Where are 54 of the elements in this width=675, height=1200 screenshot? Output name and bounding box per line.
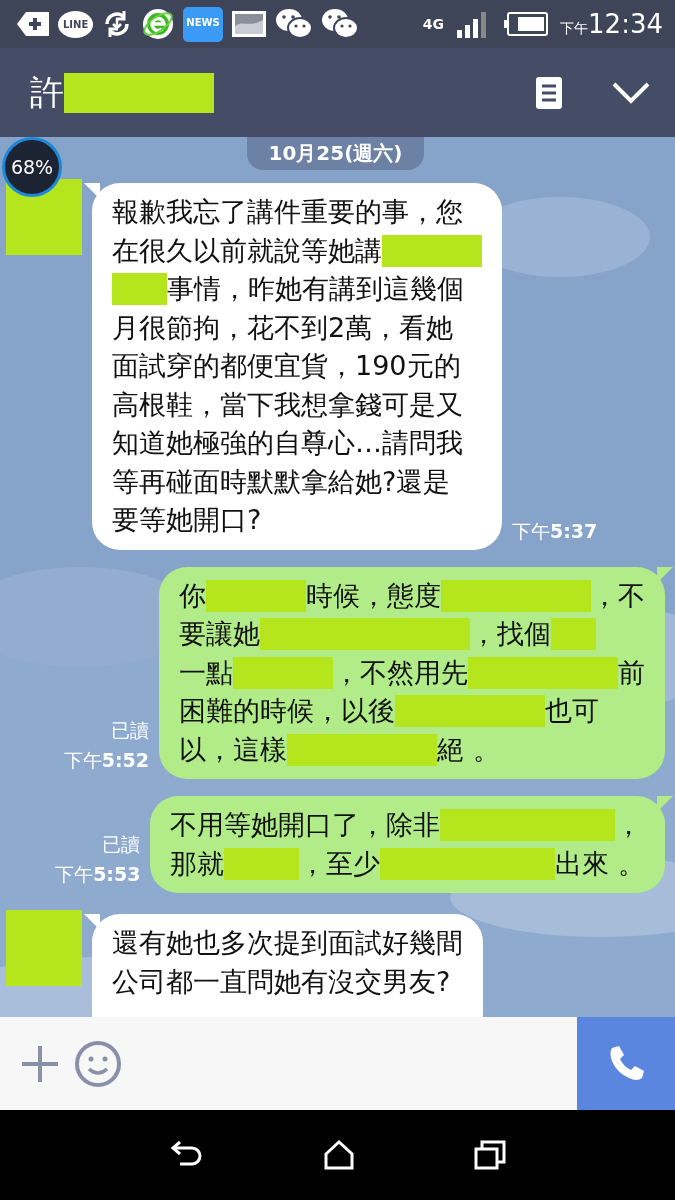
message-text: ， [615,808,643,842]
message-text: 事情，昨她有講到這幾個 [167,272,464,306]
emoji-icon[interactable] [74,1039,122,1088]
message-text: 出來 。 [555,846,645,881]
network-label: 4G [422,16,445,32]
call-button[interactable] [577,1017,675,1110]
chat-title: 許 [30,70,64,114]
message-text: ，至少 [299,846,381,881]
chevron-down-icon[interactable] [611,80,651,105]
read-receipt: 已讀 [102,832,141,857]
message-time: 下午5:53 [55,862,141,887]
plus-icon[interactable] [20,1043,60,1084]
message-text: 公司都一直問她有沒交男友? [112,964,451,999]
message-text: 還有她也多次提到面試好幾間 [112,926,463,960]
message-text: ，找個 [470,617,551,651]
message-text: ，不然用先 [333,655,468,690]
message-text: 在很久以前就說等她講 [112,233,382,268]
message-text: 高根鞋，當下我想拿錢可是又 [112,387,463,422]
message-text: 時候，態度 [306,578,441,613]
redaction-block [551,618,596,651]
message-text: 一點 [179,655,233,690]
date-label: 10月25(週六) [246,137,425,170]
message-text: 面試穿的都便宜貨，190元的 [112,349,461,383]
message-text: 月很節拘，花不到2萬，看她 [112,310,454,345]
image-icon [230,10,267,38]
message-text: 那就 [170,846,225,881]
message-text: 困難的時候，以後 [179,694,395,728]
message-text: 要讓她 [179,617,260,651]
wechat-icon [320,8,359,40]
message-text: 以，這樣 [179,732,287,767]
message-text: 報歉我忘了講件重要的事，您 [112,195,463,229]
message-time: 下午5:52 [63,748,149,773]
message-text: 也可 [545,694,599,728]
battery-icon [504,12,549,36]
time-period: 下午 [560,20,589,38]
recents-icon[interactable] [473,1140,506,1170]
message-text: 前 [618,655,645,690]
wechat-icon [274,8,313,40]
home-icon[interactable] [322,1140,355,1170]
message-time: 下午5:37 [512,518,598,544]
message-text: 不用等她開口了，除非 [170,808,441,842]
read-receipt: 已讀 [111,718,149,743]
plus-tag-icon [16,11,50,37]
notes-icon[interactable] [535,75,563,110]
message-text: 你 [179,578,206,613]
message-text: 知道她極強的自尊心…請問我 [112,426,463,460]
message-text: 等再碰面時默默拿給她?還是 [112,464,451,499]
redaction-block [112,273,167,306]
message-text: 絕 。 [437,732,500,767]
browser-icon [141,7,176,41]
news-icon: NEWS [183,6,223,42]
clock-time: 12:34 [588,9,663,39]
message-text: ，不 [591,578,645,613]
message-text: 要等她開口? [112,503,262,537]
